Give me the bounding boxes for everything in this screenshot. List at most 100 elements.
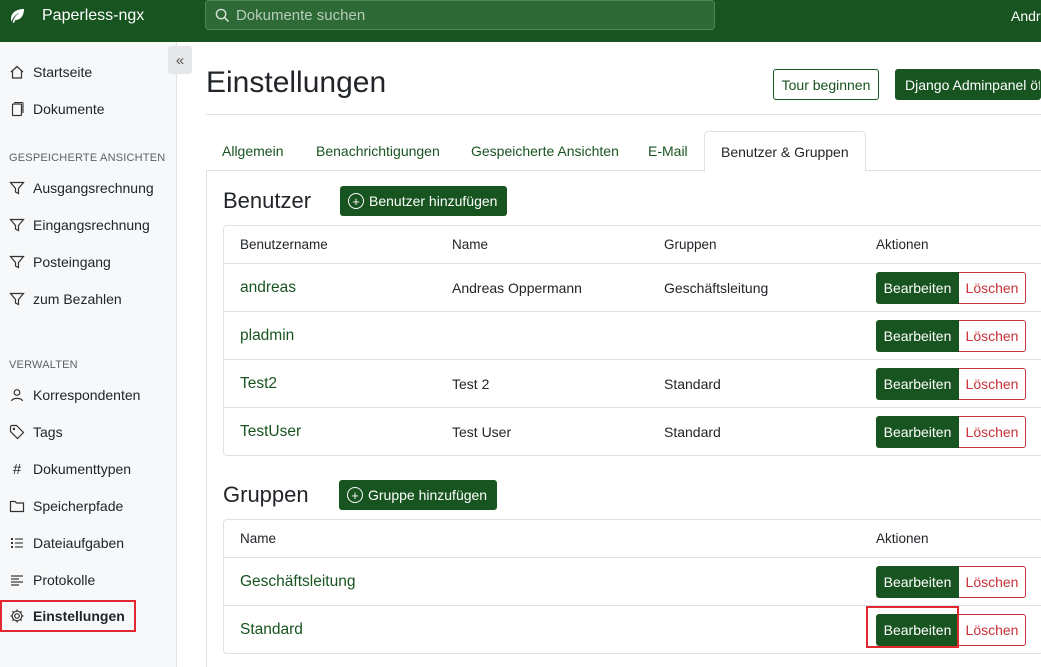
person-icon — [8, 386, 26, 404]
edit-button[interactable]: Bearbeiten — [876, 416, 959, 448]
delete-button[interactable]: Löschen — [959, 368, 1026, 400]
search-box[interactable] — [205, 0, 715, 30]
table-row: TestUser Test User Standard Bearbeiten L… — [224, 407, 1041, 455]
sidebar-item-label: Ausgangsrechnung — [33, 180, 154, 196]
sidebar-item-tags[interactable]: Tags — [0, 420, 63, 444]
delete-button[interactable]: Löschen — [959, 566, 1026, 598]
tab-benachrichtigungen[interactable]: Benachrichtigungen — [316, 131, 440, 171]
table-row: Standard Bearbeiten Löschen — [224, 605, 1041, 653]
sidebar-item-label: Posteingang — [33, 254, 111, 270]
funnel-icon — [8, 216, 26, 234]
user-fullname: Test 2 — [452, 375, 490, 392]
group-name-link[interactable]: Standard — [240, 606, 303, 653]
column-header: Name — [452, 237, 489, 252]
edit-button[interactable]: Bearbeiten — [876, 566, 959, 598]
sidebar-item-label: Einstellungen — [33, 608, 125, 624]
tab-gespeicherte-ansichten[interactable]: Gespeicherte Ansichten — [471, 131, 619, 171]
table-header: Benutzername Name Gruppen Aktionen — [224, 226, 1041, 263]
edit-button[interactable]: Bearbeiten — [876, 272, 959, 304]
sidebar-item-label: Eingangsrechnung — [33, 217, 150, 233]
top-navbar: Paperless-ngx Andreas — [0, 0, 1041, 42]
sidebar: Startseite Dokumente GESPEICHERTE ANSICH… — [0, 42, 177, 667]
sidebar-item-protokolle[interactable]: Protokolle — [0, 568, 95, 592]
app-brand[interactable]: Paperless-ngx — [8, 0, 144, 32]
text-left-icon — [8, 571, 26, 589]
row-actions: Bearbeiten Löschen — [876, 566, 1026, 598]
row-actions: Bearbeiten Löschen — [876, 320, 1026, 352]
username-link[interactable]: TestUser — [240, 408, 301, 455]
edit-button[interactable]: Bearbeiten — [876, 614, 959, 646]
user-menu[interactable]: Andreas — [1011, 0, 1041, 32]
row-actions: Bearbeiten Löschen — [876, 368, 1026, 400]
sidebar-item-korrespondenten[interactable]: Korrespondenten — [0, 383, 140, 407]
sidebar-item-dateiaufgaben[interactable]: Dateiaufgaben — [0, 531, 124, 555]
column-header: Aktionen — [876, 237, 929, 252]
table-row: pladmin Bearbeiten Löschen — [224, 311, 1041, 359]
username-link[interactable]: pladmin — [240, 312, 294, 359]
table-row: Test2 Test 2 Standard Bearbeiten Löschen — [224, 359, 1041, 407]
user-groups: Geschäftsleitung — [664, 279, 769, 296]
delete-button[interactable]: Löschen — [959, 614, 1026, 646]
list-task-icon — [8, 534, 26, 552]
sidebar-item-eingangsrechnung[interactable]: Eingangsrechnung — [0, 213, 150, 237]
sidebar-item-label: Korrespondenten — [33, 387, 141, 403]
add-user-label: Benutzer hinzufügen — [369, 193, 498, 209]
tab-email[interactable]: E-Mail — [648, 131, 688, 171]
sidebar-item-ausgangsrechnung[interactable]: Ausgangsrechnung — [0, 176, 154, 200]
column-header: Gruppen — [664, 237, 717, 252]
delete-button[interactable]: Löschen — [959, 320, 1026, 352]
sidebar-collapse-button[interactable]: « — [168, 46, 192, 74]
row-actions: Bearbeiten Löschen — [876, 614, 1026, 646]
tab-allgemein[interactable]: Allgemein — [222, 131, 283, 171]
username-link[interactable]: Test2 — [240, 360, 277, 407]
hash-icon: # — [12, 460, 22, 478]
gear-icon — [8, 607, 26, 625]
username-link[interactable]: andreas — [240, 264, 296, 311]
delete-button[interactable]: Löschen — [959, 416, 1026, 448]
add-group-button[interactable]: + Gruppe hinzufügen — [339, 480, 498, 510]
django-admin-button[interactable]: Django Adminpanel öffnen — [895, 69, 1041, 100]
sidebar-item-zum-bezahlen[interactable]: zum Bezahlen — [0, 287, 122, 311]
page-title: Einstellungen — [206, 66, 387, 99]
sidebar-item-label: Dokumenttypen — [33, 461, 132, 477]
sidebar-item-speicherpfade[interactable]: Speicherpfade — [0, 494, 123, 518]
group-name-link[interactable]: Geschäftsleitung — [240, 558, 355, 605]
delete-button[interactable]: Löschen — [959, 272, 1026, 304]
files-icon — [8, 100, 26, 118]
user-groups: Standard — [664, 375, 721, 392]
add-group-label: Gruppe hinzufügen — [368, 487, 488, 503]
table-row: Geschäftsleitung Bearbeiten Löschen — [224, 557, 1041, 605]
sidebar-item-posteingang[interactable]: Posteingang — [0, 250, 111, 274]
leaf-logo-icon — [11, 9, 24, 23]
sidebar-item-dokumente[interactable]: Dokumente — [0, 97, 105, 121]
table-header: Name Aktionen — [224, 520, 1041, 557]
sidebar-item-dokumenttypen[interactable]: # Dokumenttypen — [0, 457, 131, 481]
tag-icon — [8, 423, 26, 441]
house-icon — [8, 63, 26, 81]
sidebar-item-label: Protokolle — [33, 572, 96, 588]
tour-button[interactable]: Tour beginnen — [773, 69, 879, 100]
row-actions: Bearbeiten Löschen — [876, 272, 1026, 304]
chevron-double-left-icon: « — [175, 51, 185, 69]
sidebar-item-label: Tags — [33, 424, 63, 440]
main-content: Einstellungen Tour beginnen Django Admin… — [192, 42, 1041, 667]
plus-circle-icon: + — [347, 487, 363, 503]
add-user-button[interactable]: + Benutzer hinzufügen — [340, 186, 508, 216]
users-table: Benutzername Name Gruppen Aktionen andre… — [223, 225, 1041, 456]
sidebar-item-label: Startseite — [33, 64, 93, 80]
user-groups: Standard — [664, 423, 721, 440]
sidebar-item-label: Dateiaufgaben — [33, 535, 125, 551]
search-input[interactable] — [235, 6, 714, 24]
sidebar-item-label: Speicherpfade — [33, 498, 124, 514]
search-icon — [215, 8, 230, 22]
saved-views-heading: GESPEICHERTE ANSICHTEN — [9, 152, 166, 164]
edit-button[interactable]: Bearbeiten — [876, 368, 959, 400]
sidebar-item-einstellungen[interactable]: Einstellungen — [0, 600, 136, 632]
sidebar-item-startseite[interactable]: Startseite — [0, 60, 92, 84]
column-header: Name — [240, 531, 277, 546]
funnel-icon — [8, 179, 26, 197]
user-fullname: Test User — [452, 423, 512, 440]
tab-benutzer-gruppen[interactable]: Benutzer & Gruppen — [704, 131, 866, 172]
edit-button[interactable]: Bearbeiten — [876, 320, 959, 352]
row-actions: Bearbeiten Löschen — [876, 416, 1026, 448]
